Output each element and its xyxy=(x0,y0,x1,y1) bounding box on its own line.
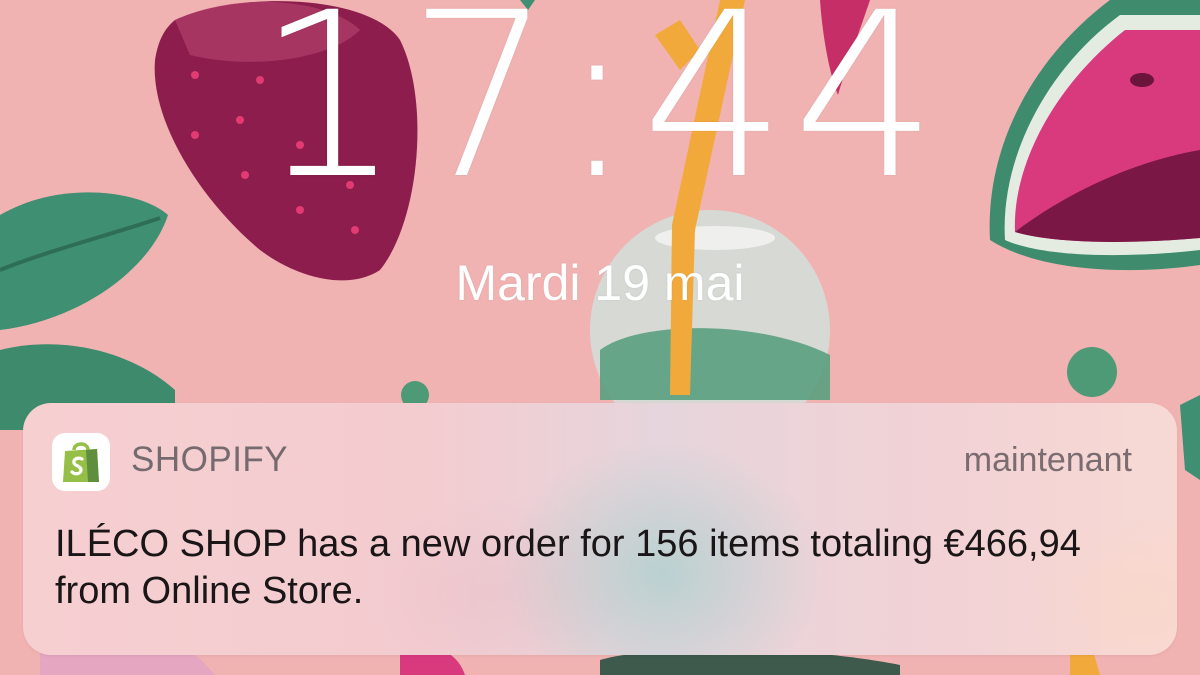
notification-timestamp: maintenant xyxy=(963,441,1132,479)
notification-message: ILÉCO SHOP has a new order for 156 items… xyxy=(55,523,1081,612)
notification-banner[interactable]: SHOPIFY maintenant ILÉCO SHOP has a new … xyxy=(23,403,1177,655)
notification-app-name: SHOPIFY xyxy=(131,440,289,479)
shopify-bag-icon xyxy=(52,433,110,491)
lock-screen-date: Mardi 19 mai xyxy=(455,255,745,311)
lock-screen-clock: 17:44 xyxy=(256,0,944,229)
